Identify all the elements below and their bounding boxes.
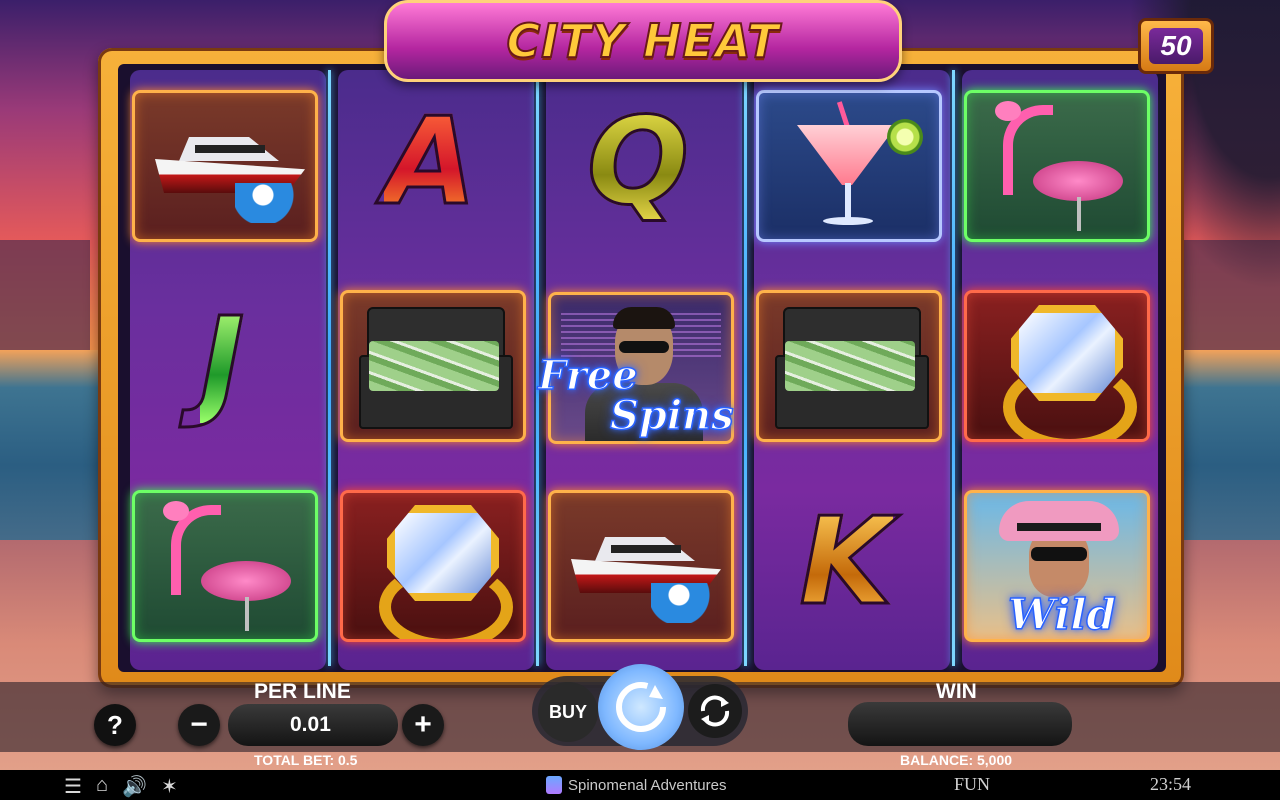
symbol-briefcase <box>340 290 526 442</box>
increase-bet-button[interactable]: + <box>402 704 444 746</box>
game-title: CITY HEAT <box>505 13 780 69</box>
symbol-yacht <box>132 90 318 242</box>
clock: 23:54 <box>1150 774 1192 794</box>
symbol-letter-q: Q <box>548 90 728 236</box>
spin-icon <box>616 682 666 732</box>
play-mode: FUN <box>954 774 991 794</box>
reel-divider <box>744 70 747 666</box>
letter-a: A <box>382 93 478 232</box>
autoplay-button[interactable] <box>688 684 742 738</box>
symbol-briefcase <box>756 290 942 442</box>
help-button[interactable]: ? <box>94 704 136 746</box>
spin-button[interactable] <box>598 664 684 750</box>
paylines-count: 50 <box>1149 28 1203 64</box>
money-briefcase-icon <box>769 301 929 431</box>
reel-divider <box>328 70 331 666</box>
game-title-badge: CITY HEAT <box>384 0 902 82</box>
free-spins-label-line2: Spins <box>609 392 734 439</box>
symbol-letter-k: K <box>756 490 936 636</box>
wild-label: Wild <box>1007 589 1116 640</box>
money-briefcase-icon <box>353 301 513 431</box>
provider-brand: Spinomenal Adventures <box>546 776 726 794</box>
reel-divider <box>952 70 955 666</box>
win-label: WIN <box>936 680 977 703</box>
free-spins-label: Free Spins <box>537 352 734 439</box>
sound-icon[interactable]: 🔊 <box>122 774 147 799</box>
turbo-icon[interactable]: ✶ <box>161 774 178 799</box>
buy-bonus-button[interactable]: BUY <box>538 682 598 742</box>
spinomenal-logo-icon <box>546 776 562 794</box>
status-icons: ☰ ⌂ 🔊 ✶ <box>64 774 178 799</box>
symbol-flamingo <box>132 490 318 642</box>
symbol-cocktail <box>756 90 942 242</box>
symbol-flamingo <box>964 90 1150 242</box>
symbol-letter-a: A <box>340 90 520 236</box>
yacht-icon <box>145 101 305 231</box>
letter-j: J <box>198 293 246 432</box>
symbol-diamond-ring <box>340 490 526 642</box>
cocktail-icon <box>769 101 929 231</box>
paylines-badge: 50 <box>1138 18 1214 74</box>
symbol-diamond-ring <box>964 290 1150 442</box>
autoplay-icon <box>700 695 730 727</box>
per-line-value: 0.01 <box>290 713 331 736</box>
diamond-ring-icon <box>977 301 1137 439</box>
total-bet: TOTAL BET: 0.5 <box>254 752 358 768</box>
home-icon[interactable]: ⌂ <box>96 774 108 799</box>
balance: BALANCE: 5,000 <box>900 752 1013 768</box>
symbol-letter-j: J <box>132 290 312 436</box>
decrease-bet-button[interactable]: − <box>178 704 220 746</box>
flamingo-icon <box>977 101 1137 231</box>
letter-q: Q <box>585 93 690 232</box>
yacht-icon <box>561 501 721 631</box>
letter-k: K <box>798 493 894 632</box>
city-skyline-left <box>0 240 90 360</box>
flamingo-icon <box>145 501 305 631</box>
diamond-ring-icon <box>353 501 513 639</box>
win-value-display <box>848 702 1072 746</box>
menu-icon[interactable]: ☰ <box>64 774 82 799</box>
free-spins-label-line1: Free <box>537 352 638 399</box>
symbol-yacht <box>548 490 734 642</box>
per-line-label: PER LINE <box>254 680 351 703</box>
provider-name: Spinomenal Adventures <box>568 776 727 794</box>
